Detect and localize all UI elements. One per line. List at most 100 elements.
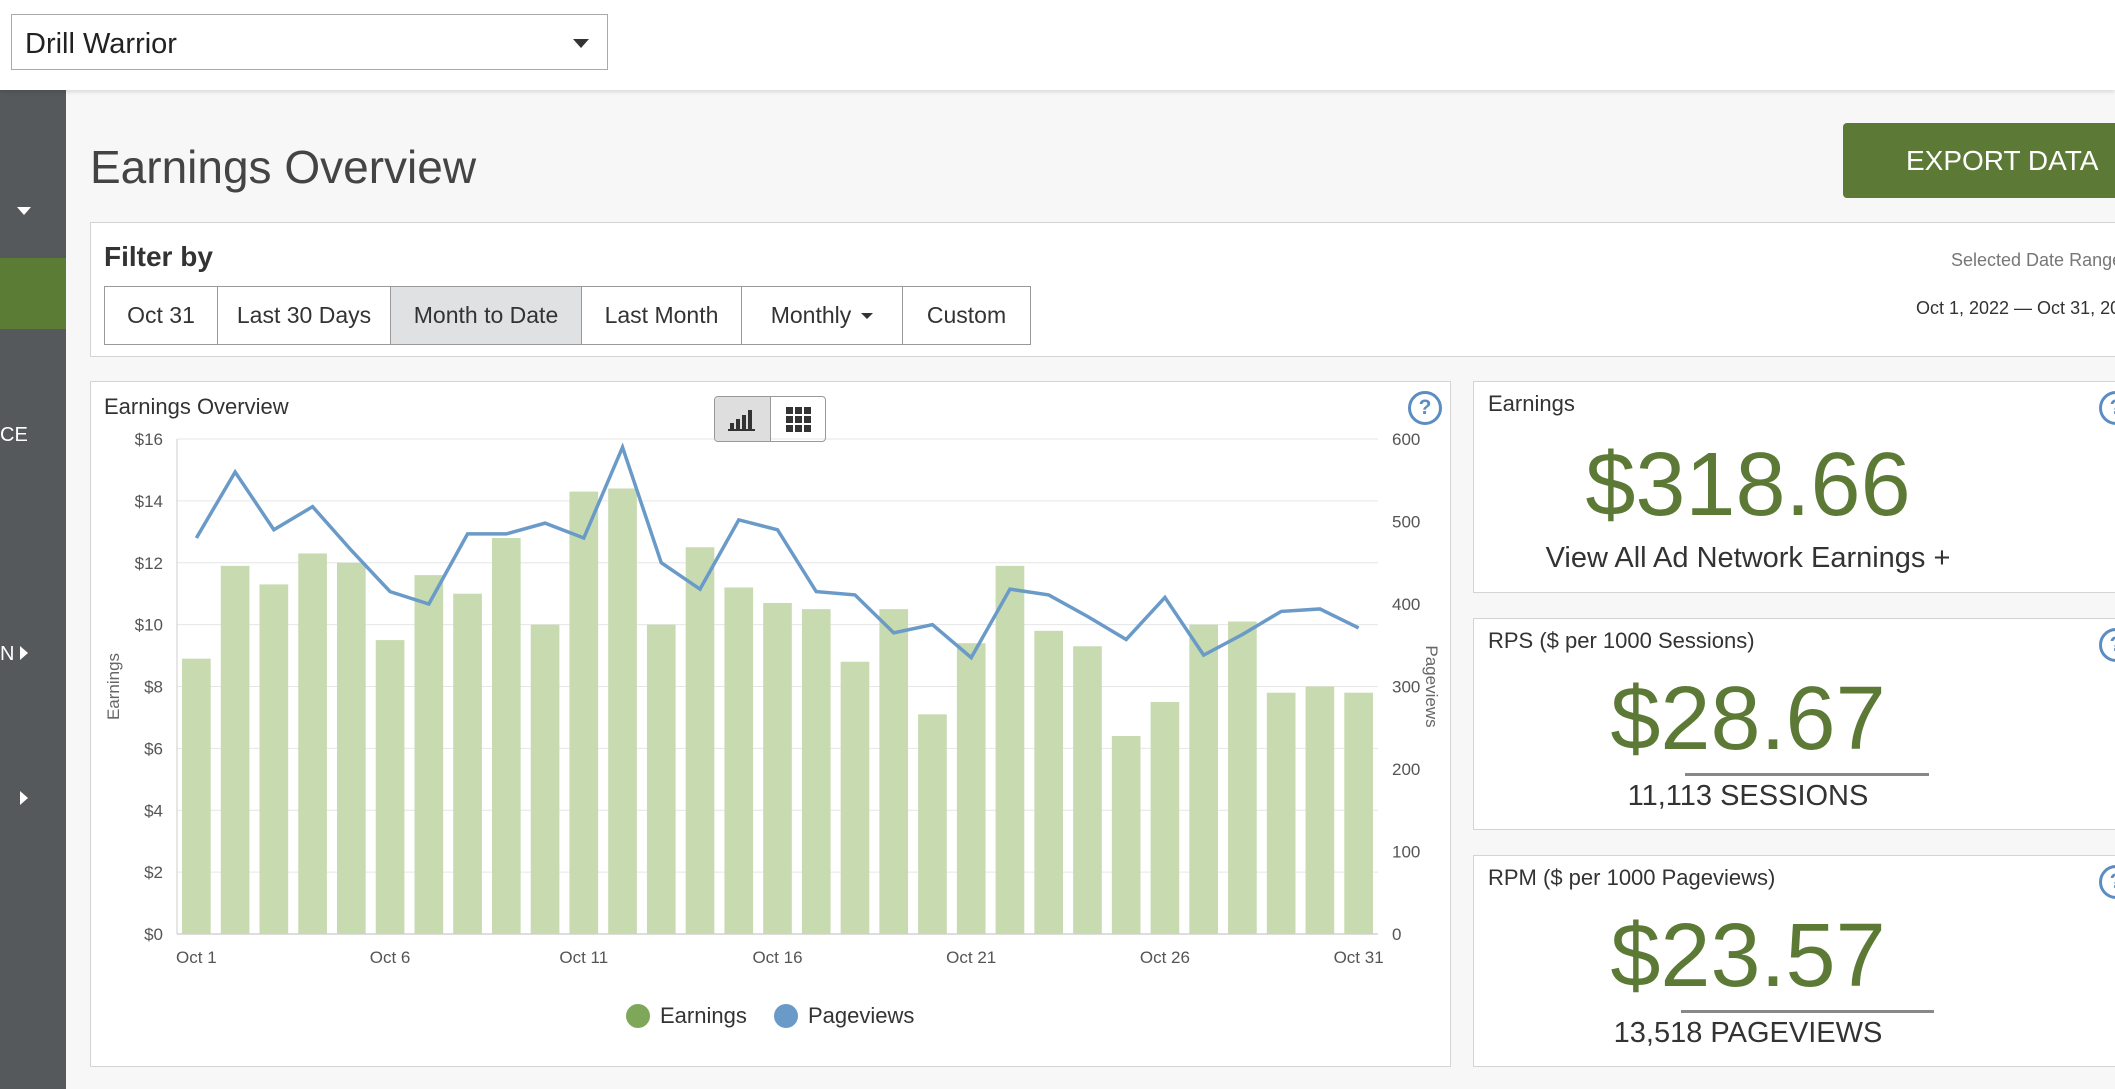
filter-oct31-button[interactable]: Oct 31 — [105, 287, 218, 344]
legend-marker — [774, 1004, 798, 1028]
sidebar-item-label[interactable]: N — [0, 643, 14, 666]
earnings-bar — [1150, 701, 1180, 934]
filter-month-to-date-button[interactable]: Month to Date — [391, 287, 582, 344]
rps-value: $28.67 — [1610, 669, 1886, 769]
chart-title: Earnings Overview — [104, 394, 289, 419]
page-title: Earnings Overview — [90, 141, 477, 193]
export-data-button[interactable]: EXPORT DATA — [1843, 123, 2115, 198]
rpm-metric-panel: RPM ($ per 1000 Pageviews) $23.57 13,518… — [1473, 855, 2115, 1067]
earnings-bar — [763, 602, 792, 934]
earnings-bar — [1266, 692, 1296, 934]
earnings-bar — [646, 624, 676, 934]
filter-custom-button[interactable]: Custom — [903, 287, 1030, 344]
earnings-bar — [956, 643, 986, 934]
divider — [1685, 773, 1929, 776]
y-left-tick-label: $16 — [135, 430, 163, 449]
chevron-down-icon[interactable] — [573, 39, 589, 48]
x-tick-label: Oct 6 — [370, 948, 411, 967]
help-icon[interactable]: ? — [1408, 391, 1442, 425]
bar-chart-view-button[interactable] — [715, 397, 771, 441]
earnings-bar — [1344, 692, 1373, 934]
earnings-bar — [1305, 686, 1335, 934]
earnings-bar — [569, 491, 599, 934]
divider — [1681, 1010, 1934, 1013]
earnings-metric-panel: Earnings $318.66 View All Ad Network Ear… — [1473, 381, 2115, 593]
y-right-tick-label: 300 — [1392, 678, 1420, 697]
y-left-tick-label: $10 — [135, 616, 163, 635]
y-left-tick-label: $0 — [144, 925, 163, 944]
table-view-button[interactable] — [771, 397, 826, 441]
earnings-bar — [1228, 621, 1257, 934]
earnings-bar — [220, 565, 250, 934]
earnings-label: Earnings — [1488, 391, 1575, 416]
earnings-bar — [840, 661, 870, 934]
caret-down-icon[interactable] — [17, 207, 31, 215]
sidebar-item-active[interactable] — [0, 258, 66, 329]
date-filter-group: Oct 31 Last 30 Days Month to Date Last M… — [104, 286, 1031, 345]
earnings-bar — [337, 562, 366, 934]
filter-panel: Filter by Oct 31 Last 30 Days Month to D… — [90, 222, 2115, 357]
x-tick-label: Oct 26 — [1140, 948, 1190, 967]
earnings-bar — [259, 584, 289, 934]
legend-label: Earnings — [660, 1003, 747, 1028]
y-right-tick-label: 500 — [1392, 513, 1420, 532]
y-left-tick-label: $12 — [135, 554, 163, 573]
y-left-tick-label: $4 — [144, 801, 163, 820]
site-selector-value: Drill Warrior — [25, 28, 177, 60]
earnings-bar — [724, 587, 754, 934]
chart-view-toggle — [714, 396, 826, 442]
y-left-axis-title: Earnings — [104, 653, 123, 720]
earnings-bar — [918, 714, 947, 934]
help-icon[interactable]: ? — [2099, 865, 2115, 899]
earnings-bar — [1034, 630, 1064, 934]
y-left-tick-label: $8 — [144, 678, 163, 697]
earnings-bar — [375, 640, 405, 934]
x-tick-label: Oct 31 — [1334, 948, 1384, 967]
y-left-tick-label: $2 — [144, 863, 163, 882]
legend-marker — [626, 1004, 650, 1028]
earnings-bar — [491, 538, 521, 934]
caret-right-icon[interactable] — [20, 791, 28, 805]
sidebar-item-label[interactable]: CE — [0, 424, 28, 447]
earnings-bar — [1111, 736, 1141, 934]
bar-chart-icon — [728, 410, 756, 431]
y-right-tick-label: 400 — [1392, 595, 1420, 614]
earnings-bar — [182, 658, 211, 934]
earnings-value: $318.66 — [1585, 435, 1911, 535]
y-right-tick-label: 0 — [1392, 925, 1401, 944]
earnings-bar — [453, 593, 482, 934]
rpm-value: $23.57 — [1610, 906, 1886, 1006]
y-right-tick-label: 100 — [1392, 843, 1420, 862]
filter-last-month-button[interactable]: Last Month — [582, 287, 742, 344]
rps-metric-panel: RPS ($ per 1000 Sessions) $28.67 11,113 … — [1473, 618, 2115, 830]
filter-button-label: Oct 31 — [127, 302, 195, 328]
filter-button-label: Custom — [926, 302, 1007, 328]
earnings-chart: $0 $2 $4 $6 $8 $10 $12 $14 $16 0 100 200 300 400 500 60… — [104, 430, 1441, 1028]
site-selector[interactable]: Drill Warrior — [11, 14, 608, 70]
legend-label: Pageviews — [808, 1003, 914, 1028]
grid-icon — [785, 407, 811, 432]
rps-label: RPS ($ per 1000 Sessions) — [1488, 628, 1755, 653]
earnings-bar — [1189, 624, 1218, 934]
date-range-value: Oct 1, 2022 — Oct 31, 2022 — [1916, 298, 2115, 318]
sidebar: CE N — [0, 90, 66, 1089]
top-bar: Drill Warrior — [0, 0, 2115, 90]
filter-button-label: Monthly — [770, 302, 852, 328]
date-range-label: Selected Date Range — [1951, 250, 2115, 270]
filter-last30-button[interactable]: Last 30 Days — [218, 287, 391, 344]
earnings-bar — [801, 609, 831, 934]
earnings-bar — [530, 624, 560, 934]
caret-right-icon[interactable] — [20, 646, 28, 660]
earnings-chart-panel: $0 $2 $4 $6 $8 $10 $12 $14 $16 0 100 200 300 400 500 60… — [90, 381, 1451, 1067]
y-right-tick-label: 600 — [1392, 430, 1420, 449]
x-tick-label: Oct 21 — [946, 948, 996, 967]
earnings-bar — [995, 565, 1025, 934]
view-all-earnings-link[interactable]: View All Ad Network Earnings + — [1474, 542, 2115, 575]
help-icon[interactable]: ? — [2099, 391, 2115, 425]
earnings-bar — [1073, 646, 1102, 934]
pageviews-count: 13,518 PAGEVIEWS — [1613, 1017, 1883, 1049]
filter-monthly-dropdown[interactable]: Monthly — [742, 287, 903, 344]
help-icon[interactable]: ? — [2099, 628, 2115, 662]
x-tick-label: Oct 1 — [176, 948, 217, 967]
earnings-bar — [879, 609, 909, 934]
